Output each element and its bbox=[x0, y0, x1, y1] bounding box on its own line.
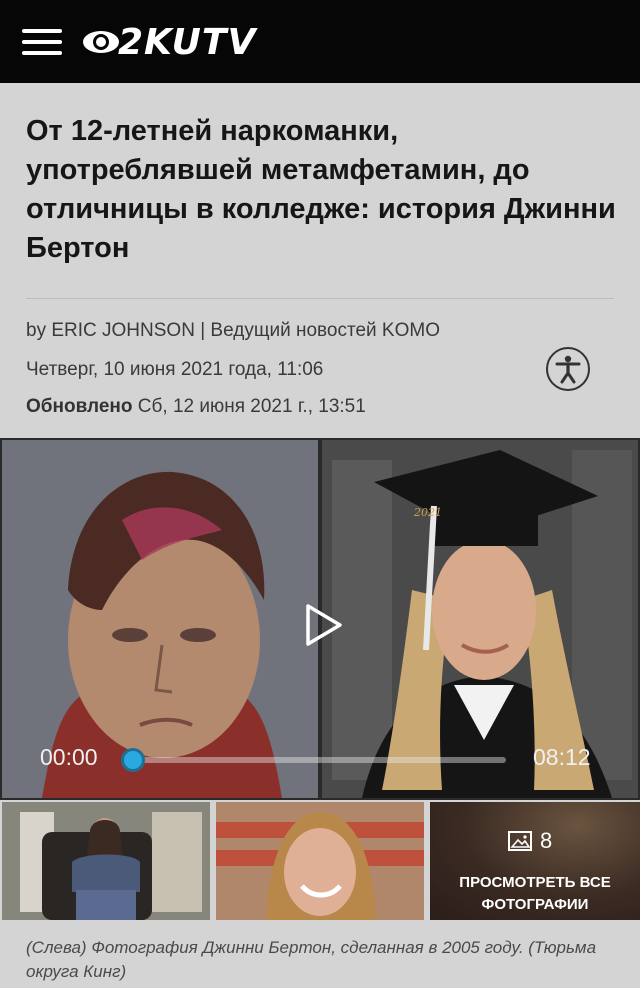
photo-count-value: 8 bbox=[540, 828, 553, 853]
updated-value: Сб, 12 июня 2021 г., 13:51 bbox=[137, 396, 366, 417]
scrubber-handle[interactable] bbox=[121, 748, 145, 772]
byline-prefix: by bbox=[26, 320, 47, 341]
updated-date: Обновлено Сб, 12 июня 2021 г., 13:51 bbox=[26, 396, 366, 418]
view-all-photos-label: ПРОСМОТРЕТЬ ВСЕ ФОТОГРАФИИ bbox=[459, 874, 611, 913]
cap-year-text: 2021 bbox=[413, 506, 442, 519]
author-role: | Ведущий новостей KOMO bbox=[200, 320, 440, 341]
published-date: Четверг, 10 июня 2021 года, 11:06 bbox=[26, 359, 324, 380]
photo-count: 8 bbox=[508, 828, 552, 854]
author-link[interactable]: ERIC JOHNSON bbox=[51, 320, 195, 341]
logo-text: 2KUTV bbox=[118, 21, 257, 63]
gallery-thumbnail-1[interactable] bbox=[2, 802, 210, 920]
current-time: 00:00 bbox=[40, 744, 98, 770]
site-header: 2KUTV bbox=[0, 0, 640, 83]
view-all-photos-button[interactable]: 8 ПРОСМОТРЕТЬ ВСЕ ФОТОГРАФИИ bbox=[430, 802, 640, 920]
byline: by ERIC JOHNSON | Ведущий новостей KOMO bbox=[26, 320, 440, 342]
duration: 08:12 bbox=[533, 744, 591, 770]
image-icon bbox=[508, 831, 532, 851]
hamburger-menu-icon[interactable] bbox=[22, 29, 62, 55]
video-thumbnail-graduation: 2021 bbox=[322, 440, 638, 798]
divider bbox=[26, 298, 614, 299]
progress-bar[interactable] bbox=[132, 757, 506, 763]
accessibility-figure-icon bbox=[555, 355, 581, 384]
play-icon[interactable] bbox=[300, 602, 346, 648]
cbs-eye-icon bbox=[83, 31, 119, 53]
photo-caption: (Слева) Фотография Джинни Бертон, сделан… bbox=[26, 938, 597, 981]
accessibility-icon[interactable] bbox=[546, 347, 590, 391]
video-player[interactable]: 2021 00:00 08:12 bbox=[0, 438, 640, 800]
site-logo[interactable]: 2KUTV bbox=[82, 21, 257, 63]
photo-gallery-strip: 8 ПРОСМОТРЕТЬ ВСЕ ФОТОГРАФИИ bbox=[0, 802, 640, 920]
gallery-thumbnail-2[interactable] bbox=[216, 802, 424, 920]
updated-label: Обновлено bbox=[26, 396, 133, 417]
article-headline: От 12-летней наркоманки, употреблявшей м… bbox=[26, 115, 616, 264]
